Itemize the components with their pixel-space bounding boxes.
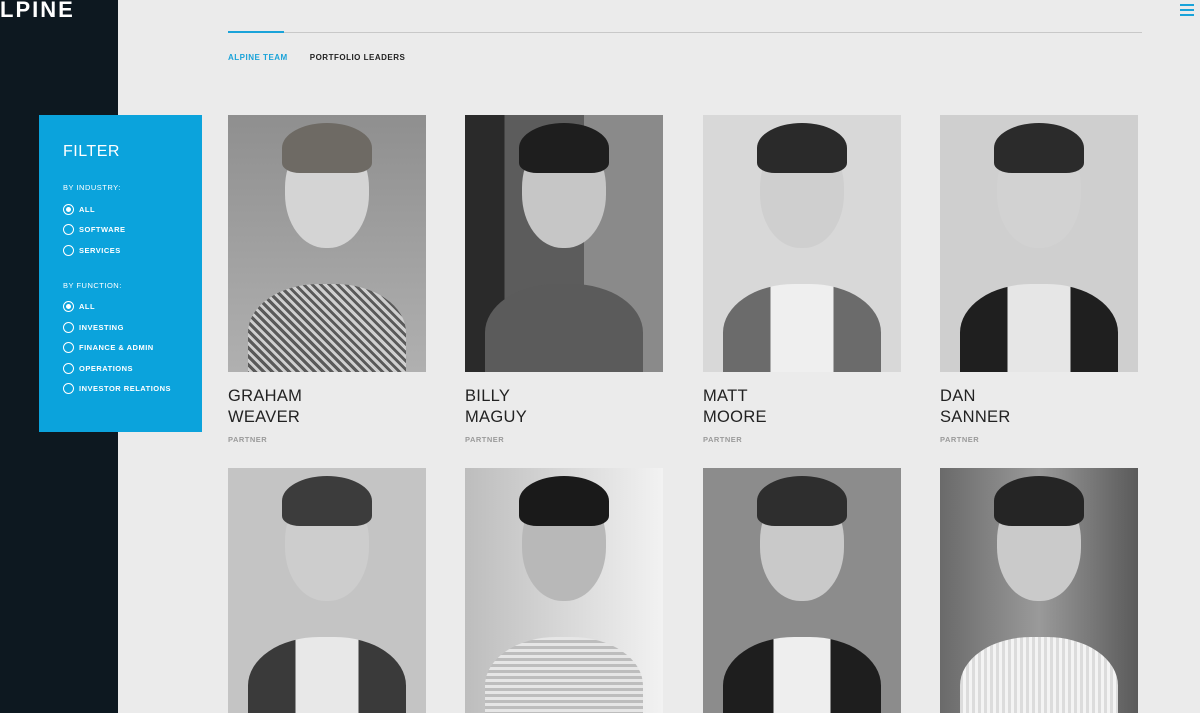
- member-name[interactable]: MATT MOORE: [703, 386, 901, 427]
- radio-icon[interactable]: [63, 383, 74, 395]
- member-role: PARTNER: [465, 435, 505, 444]
- tab-alpine-team[interactable]: ALPINE TEAM: [228, 53, 288, 62]
- option-label: INVESTOR RELATIONS: [79, 384, 172, 394]
- member-role: PARTNER: [703, 435, 743, 444]
- member-role: PARTNER: [228, 435, 268, 444]
- option-label: SERVICES: [79, 245, 121, 255]
- team-member-card[interactable]: MATT MOORE PARTNER: [703, 115, 901, 444]
- function-option-all[interactable]: ALL: [63, 297, 202, 318]
- tab-portfolio-leaders[interactable]: PORTFOLIO LEADERS: [310, 53, 406, 62]
- function-option-operations[interactable]: OPERATIONS: [63, 358, 202, 379]
- member-name[interactable]: BILLY MAGUY: [465, 386, 663, 427]
- function-option-finance-admin[interactable]: FINANCE & ADMIN: [63, 338, 202, 359]
- tab-divider: [228, 32, 1142, 33]
- active-tab-indicator: [228, 31, 284, 33]
- option-label: OPERATIONS: [79, 363, 134, 373]
- filter-title: FILTER: [63, 143, 120, 160]
- filter-panel: FILTER BY INDUSTRY: ALL SOFTWARE SERVICE…: [39, 115, 202, 432]
- option-label: FINANCE & ADMIN: [79, 343, 154, 353]
- industry-option-all[interactable]: ALL: [63, 199, 202, 220]
- option-label: SOFTWARE: [79, 225, 126, 235]
- function-filter-label: BY FUNCTION:: [63, 280, 122, 290]
- team-member-card[interactable]: [940, 468, 1138, 713]
- portrait-photo[interactable]: [465, 468, 663, 713]
- portrait-photo[interactable]: [228, 115, 426, 372]
- team-member-card[interactable]: BILLY MAGUY PARTNER: [465, 115, 663, 444]
- team-member-card[interactable]: DAN SANNER PARTNER: [940, 115, 1138, 444]
- radio-icon[interactable]: [63, 342, 74, 354]
- portrait-photo[interactable]: [703, 115, 901, 372]
- team-member-card[interactable]: [228, 468, 426, 713]
- option-label: INVESTING: [79, 322, 124, 332]
- portrait-photo[interactable]: [940, 468, 1138, 713]
- team-member-card[interactable]: GRAHAM WEAVER PARTNER: [228, 115, 426, 444]
- radio-icon[interactable]: [63, 224, 74, 236]
- radio-checked-icon[interactable]: [63, 301, 74, 313]
- team-member-card[interactable]: [703, 468, 901, 713]
- portrait-photo[interactable]: [465, 115, 663, 372]
- radio-checked-icon[interactable]: [63, 203, 74, 215]
- radio-icon[interactable]: [63, 362, 74, 374]
- alpine-logo[interactable]: LPINE: [0, 0, 75, 23]
- radio-icon[interactable]: [63, 244, 74, 256]
- industry-filter-label: BY INDUSTRY:: [63, 183, 121, 192]
- member-name[interactable]: DAN SANNER: [940, 386, 1138, 427]
- team-tabs: ALPINE TEAM PORTFOLIO LEADERS: [228, 53, 405, 62]
- function-option-investor-relations[interactable]: INVESTOR RELATIONS: [63, 379, 202, 400]
- member-name[interactable]: GRAHAM WEAVER: [228, 386, 426, 427]
- portrait-photo[interactable]: [940, 115, 1138, 372]
- member-role: PARTNER: [940, 435, 980, 444]
- hamburger-menu-icon[interactable]: [1180, 4, 1194, 17]
- industry-option-services[interactable]: SERVICES: [63, 240, 202, 261]
- function-option-investing[interactable]: INVESTING: [63, 317, 202, 338]
- portrait-photo[interactable]: [228, 468, 426, 713]
- option-label: ALL: [79, 302, 96, 312]
- industry-option-software[interactable]: SOFTWARE: [63, 220, 202, 241]
- option-label: ALL: [79, 204, 96, 214]
- team-member-card[interactable]: [465, 468, 663, 713]
- portrait-photo[interactable]: [703, 468, 901, 713]
- radio-icon[interactable]: [63, 321, 74, 333]
